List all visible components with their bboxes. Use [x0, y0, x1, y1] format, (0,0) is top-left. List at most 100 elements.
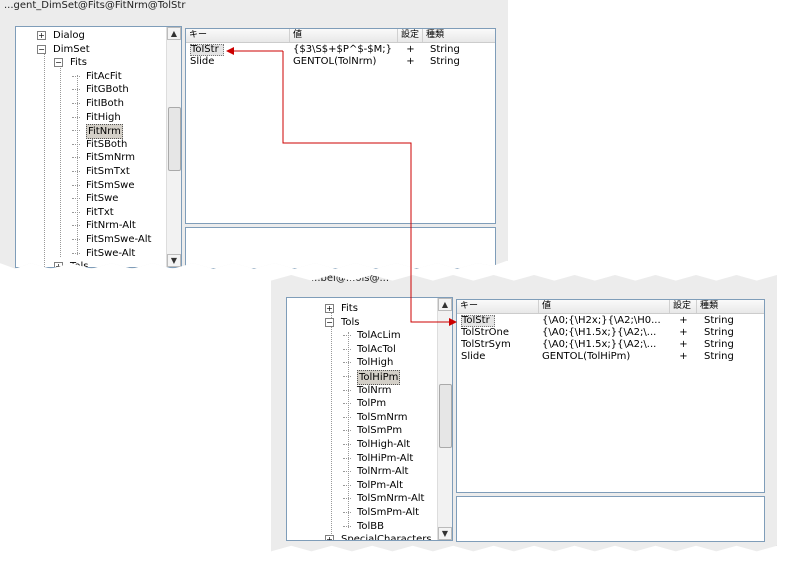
tree-connector [343, 376, 351, 377]
grid-header: キー 値 設定 種類 [186, 29, 495, 43]
col-type-header[interactable]: 種類 [423, 29, 495, 42]
tree-connector [343, 430, 351, 432]
tree-item-label: FitSBoth [86, 138, 128, 150]
tree-connector [72, 239, 80, 240]
collapse-icon[interactable]: − [325, 317, 334, 327]
tree-guide [77, 75, 78, 255]
tree-connector [72, 225, 80, 227]
cell-key: Slide [190, 56, 215, 67]
tree-item-label: FitTxt [86, 206, 114, 218]
properties-grid[interactable]: キー 値 設定 種類 TolStr {\A0;{\H2x;}{\A2;\H0...… [456, 299, 765, 493]
scroll-down-icon[interactable]: ▼ [438, 527, 452, 540]
tree-item-label: FitNrm-Alt [86, 220, 136, 232]
cell-set: + [679, 351, 688, 362]
scroll-up-icon[interactable]: ▲ [167, 27, 181, 40]
tree-connector [72, 89, 80, 91]
tree-item-label: FitSmSwe [86, 179, 135, 191]
tree-item-label: FitAcFit [86, 70, 122, 82]
tree-connector [343, 416, 351, 418]
tree-connector [72, 171, 80, 172]
tree-item-label: TolHigh [357, 357, 394, 369]
tree-item-label: Dialog [53, 30, 85, 41]
tree-item-label: SpecialCharacters [341, 534, 432, 541]
table-row[interactable]: TolStr {\A0;{\H2x;}{\A2;\H0... + String [457, 315, 764, 327]
value-editor[interactable] [185, 227, 496, 269]
tree-guide [331, 308, 332, 540]
col-key-header[interactable]: キー [186, 29, 290, 42]
tree-guide [44, 47, 45, 267]
col-key-header[interactable]: キー [457, 300, 539, 313]
tree-item-label: TolNrm-Alt [357, 466, 409, 478]
cell-type: String [430, 56, 460, 67]
col-type-header[interactable]: 種類 [697, 300, 764, 313]
cell-set: + [406, 44, 415, 55]
tree-connector [72, 130, 80, 132]
tree-panel[interactable]: + Dialog − DimSet − Fits FitAcFit FitGBoth FitIB… [15, 26, 182, 268]
tree-connector [343, 335, 351, 337]
cell-key: TolStrSym [461, 339, 511, 350]
bottom-window: ...bel@...ols@... + Fits − Tols TolAcLim TolA… [271, 273, 777, 552]
table-row[interactable]: TolStr {$3\S$+$P^$-$M;} + String [186, 44, 495, 56]
table-row[interactable]: Slide GENTOL(TolNrm) + String [186, 56, 495, 68]
tree-connector [343, 471, 351, 473]
expand-icon[interactable]: + [37, 31, 46, 40]
tree-item-label: TolSmPm [357, 425, 403, 437]
col-set-header[interactable]: 設定 [670, 300, 697, 313]
table-row[interactable]: TolStrOne {\A0;{\H1.5x;}{\A2;\... + String [457, 327, 764, 339]
table-row[interactable]: Slide GENTOL(TolHiPm) + String [457, 351, 764, 363]
tree-item-label: FitSwe-Alt [86, 247, 136, 259]
scroll-down-icon[interactable]: ▼ [167, 254, 181, 267]
tree-item-label: Tols [70, 261, 89, 268]
scroll-thumb[interactable] [439, 384, 452, 448]
collapse-icon[interactable]: − [37, 44, 46, 54]
cell-value: {\A0;{\H1.5x;}{\A2;\... [542, 327, 657, 338]
tree-connector [72, 184, 80, 186]
expand-icon[interactable]: + [325, 535, 334, 540]
window-title: ...bel@...ols@... [311, 273, 389, 284]
tree-item-label: Fits [70, 57, 87, 69]
tree-connector [72, 198, 80, 200]
tree-scrollbar[interactable]: ▲ ▼ [437, 298, 452, 540]
tree-connector [343, 512, 351, 513]
expand-icon[interactable]: + [325, 304, 334, 313]
tree-connector [72, 157, 80, 159]
cell-key: TolStr [190, 44, 224, 56]
scroll-up-icon[interactable]: ▲ [438, 298, 452, 311]
tree-panel[interactable]: + Fits − Tols TolAcLim TolAcTol TolHigh TolHiPm… [286, 297, 453, 541]
tree-item-label: TolAcTol [357, 343, 396, 355]
tree-connector [72, 143, 80, 145]
tree-connector [343, 498, 351, 500]
cell-set: + [679, 339, 688, 350]
grid-header: キー 値 設定 種類 [457, 300, 764, 314]
cell-value: {\A0;{\H1.5x;}{\A2;\... [542, 339, 657, 350]
tree-connector [343, 348, 351, 350]
properties-grid[interactable]: キー 値 設定 種類 TolStr {$3\S$+$P^$-$M;} + String… [185, 28, 496, 224]
tree-item-label: DimSet [53, 43, 90, 55]
cell-set: + [679, 315, 688, 326]
cell-key: TolStrOne [461, 327, 510, 338]
cell-type: String [704, 339, 734, 350]
cell-value: GENTOL(TolHiPm) [542, 351, 631, 362]
tree-connector [72, 116, 80, 118]
col-set-header[interactable]: 設定 [398, 29, 423, 42]
tree-connector [343, 362, 351, 364]
cell-value: {\A0;{\H2x;}{\A2;\H0... [542, 315, 661, 326]
col-value-header[interactable]: 値 [290, 29, 398, 42]
cell-type: String [704, 315, 734, 326]
cell-value: {$3\S$+$P^$-$M;} [293, 44, 393, 55]
tree-connector [343, 403, 351, 405]
tree-item-label: TolHiPm-Alt [357, 452, 414, 464]
tree-connector [343, 484, 351, 486]
tree-item-label: TolPm [357, 398, 387, 410]
cell-type: String [704, 327, 734, 338]
table-row[interactable]: TolStrSym {\A0;{\H1.5x;}{\A2;\... + String [457, 339, 764, 351]
expand-icon[interactable]: + [54, 262, 63, 267]
col-value-header[interactable]: 値 [539, 300, 670, 313]
tree-connector [72, 103, 80, 104]
cell-set: + [406, 56, 415, 67]
value-editor[interactable] [456, 496, 765, 542]
collapse-icon[interactable]: − [54, 58, 63, 68]
scroll-thumb[interactable] [168, 107, 181, 171]
tree-item-label: TolPm-Alt [357, 479, 404, 491]
tree-scrollbar[interactable]: ▲ ▼ [166, 27, 181, 267]
